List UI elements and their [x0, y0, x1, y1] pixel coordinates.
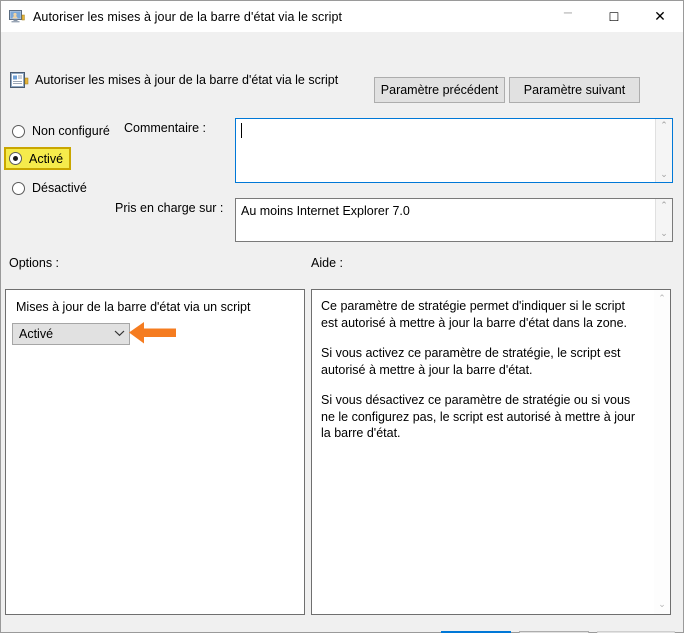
- radio-not-configured-circle: [12, 125, 25, 138]
- option-setting-label: Mises à jour de la barre d'état via un s…: [16, 300, 250, 314]
- supported-on-label: Pris en charge sur :: [115, 201, 223, 215]
- radio-enabled-label: Activé: [29, 152, 63, 166]
- maximize-icon: ☐: [609, 11, 620, 23]
- comment-input[interactable]: ⌃ ⌄: [235, 118, 673, 183]
- supported-on-value: Au moins Internet Explorer 7.0: [236, 199, 655, 241]
- window-icon: [9, 9, 25, 25]
- window-title: Autoriser les mises à jour de la barre d…: [33, 10, 342, 24]
- options-panel: Mises à jour de la barre d'état via un s…: [5, 289, 305, 615]
- scroll-down-icon: ⌄: [660, 229, 668, 239]
- text-caret: [241, 123, 242, 138]
- scroll-down-icon: ⌄: [658, 600, 666, 610]
- setting-name-heading: Autoriser les mises à jour de la barre d…: [35, 73, 338, 87]
- radio-not-configured-label: Non configuré: [32, 124, 110, 138]
- scroll-up-icon: ⌃: [660, 201, 668, 211]
- help-scrollbar[interactable]: ⌃ ⌄: [653, 290, 670, 614]
- chevron-down-icon: [109, 329, 129, 340]
- help-section-label: Aide :: [311, 256, 343, 270]
- help-paragraph-1: Ce paramètre de stratégie permet d'indiq…: [321, 298, 643, 331]
- radio-not-configured[interactable]: Non configuré: [9, 121, 116, 141]
- policy-document-icon: [10, 71, 29, 90]
- scroll-up-icon: ⌃: [660, 121, 668, 131]
- radio-disabled-label: Désactivé: [32, 181, 87, 195]
- comment-label: Commentaire :: [124, 121, 206, 135]
- caption-buttons: − ☐ ✕: [545, 1, 683, 32]
- options-combo[interactable]: Activé: [12, 323, 130, 345]
- help-panel: Ce paramètre de stratégie permet d'indiq…: [311, 289, 671, 615]
- help-paragraph-2: Si vous activez ce paramètre de stratégi…: [321, 345, 643, 378]
- dialog-body: Autoriser les mises à jour de la barre d…: [1, 32, 683, 632]
- comment-input-text: [236, 119, 655, 182]
- minimize-icon: −: [563, 7, 574, 20]
- group-policy-setting-dialog: Autoriser les mises à jour de la barre d…: [0, 0, 684, 633]
- close-icon: ✕: [654, 10, 666, 24]
- radio-disabled[interactable]: Désactivé: [9, 178, 93, 198]
- scroll-down-icon: ⌄: [660, 170, 668, 180]
- comment-scrollbar[interactable]: ⌃ ⌄: [655, 119, 672, 182]
- minimize-button[interactable]: −: [545, 1, 591, 32]
- previous-setting-button[interactable]: Paramètre précédent: [374, 77, 505, 103]
- radio-enabled-circle: [9, 152, 22, 165]
- radio-enabled[interactable]: Activé: [4, 147, 71, 170]
- help-paragraph-3: Si vous désactivez ce paramètre de strat…: [321, 392, 643, 442]
- maximize-button[interactable]: ☐: [591, 1, 637, 32]
- scroll-up-icon: ⌃: [658, 294, 666, 304]
- title-bar: Autoriser les mises à jour de la barre d…: [1, 1, 683, 32]
- supported-on-field[interactable]: Au moins Internet Explorer 7.0 ⌃ ⌄: [235, 198, 673, 242]
- options-combo-value: Activé: [13, 327, 109, 341]
- supported-on-scrollbar[interactable]: ⌃ ⌄: [655, 199, 672, 241]
- next-setting-button[interactable]: Paramètre suivant: [509, 77, 640, 103]
- help-text: Ce paramètre de stratégie permet d'indiq…: [312, 290, 653, 614]
- close-button[interactable]: ✕: [637, 1, 683, 32]
- radio-disabled-circle: [12, 182, 25, 195]
- options-section-label: Options :: [9, 256, 59, 270]
